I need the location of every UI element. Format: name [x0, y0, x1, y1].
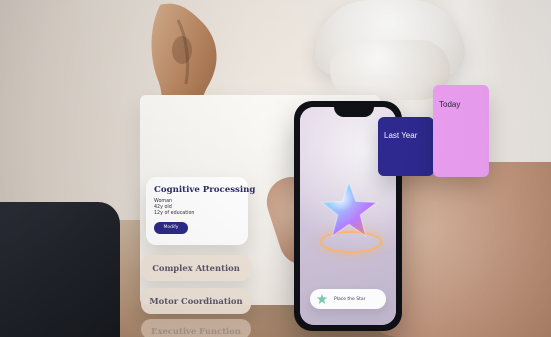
profile-education: 12y of education [154, 211, 195, 217]
last-year-label: Last Year [384, 131, 418, 140]
phone-notch [334, 107, 374, 117]
today-label: Today [439, 100, 461, 109]
star-icon [316, 293, 328, 305]
star-icon[interactable] [318, 179, 380, 241]
motor-coordination-card[interactable]: Motor Coordination [141, 288, 251, 314]
cognitive-processing-card[interactable]: Cognitive Processing Woman 42y old 12y o… [146, 177, 256, 245]
motor-coordination-label: Motor Coordination [149, 296, 243, 306]
last-year-tile[interactable]: Last Year [378, 117, 434, 176]
faded-card-label: Executive Function [151, 326, 241, 336]
modify-button[interactable]: Modify [154, 221, 188, 234]
complex-attention-card[interactable]: Complex Attention [141, 255, 251, 281]
faded-card[interactable]: Executive Function [141, 319, 251, 337]
today-tile[interactable]: Today [433, 85, 489, 177]
complex-attention-label: Complex Attention [152, 263, 240, 273]
lamp-base [330, 40, 450, 100]
scene: Place the Star Cognitive Processing Woma… [0, 0, 551, 337]
cognitive-processing-title: Cognitive Processing [154, 185, 256, 195]
chair [0, 202, 120, 337]
place-star-label: Place the Star [334, 296, 366, 302]
place-star-pill[interactable]: Place the Star [310, 289, 386, 309]
